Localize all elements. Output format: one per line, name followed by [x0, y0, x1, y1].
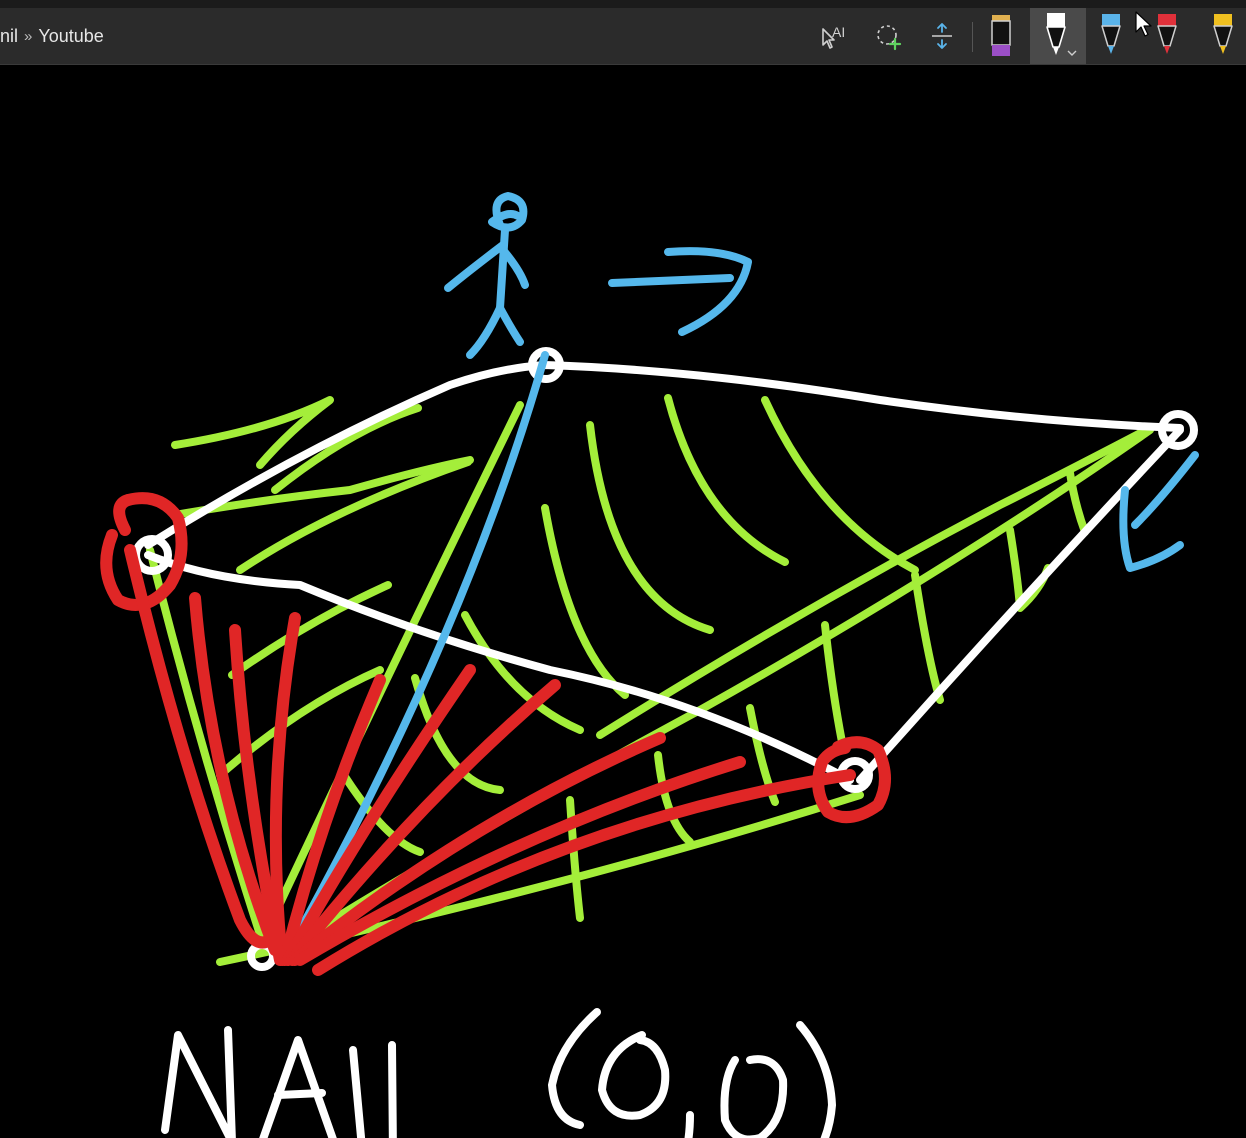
ink-toolbar: nil » Youtube AI	[0, 8, 1246, 65]
pen-white-icon	[1046, 13, 1077, 56]
ink-to-text-button[interactable]: AI	[812, 16, 852, 56]
pen-red-icon	[1157, 14, 1177, 54]
insert-space-icon	[932, 23, 952, 49]
pen-white-button[interactable]	[1036, 13, 1080, 56]
pen-blue-icon	[1101, 14, 1121, 54]
window-top-edge	[0, 0, 1246, 8]
breadcrumb-separator: »	[24, 27, 33, 45]
drawing-canvas[interactable]: NAIL (0,0)	[0, 65, 1246, 1138]
pen-yellow-icon	[1213, 14, 1233, 54]
mouse-cursor-icon	[1135, 11, 1152, 37]
breadcrumb-parent[interactable]: nil	[0, 26, 18, 47]
toolbar-divider	[972, 22, 973, 52]
highlighter-purple-button[interactable]	[984, 15, 1018, 56]
handwriting-nail-origin	[161, 1008, 836, 1138]
highlighter-icon	[991, 15, 1011, 56]
breadcrumb: nil » Youtube	[0, 8, 104, 64]
insert-space-button[interactable]	[922, 16, 962, 56]
lasso-select-button[interactable]	[868, 16, 908, 56]
ink-drawing	[100, 192, 1199, 1138]
pen-blue-button[interactable]	[1094, 14, 1128, 56]
ink-to-text-icon: AI	[822, 24, 845, 49]
lasso-select-icon	[877, 25, 902, 51]
chevron-down-icon	[1067, 50, 1077, 56]
breadcrumb-current[interactable]: Youtube	[38, 26, 103, 47]
pen-red-button[interactable]	[1150, 14, 1184, 56]
pen-yellow-button[interactable]	[1206, 14, 1240, 56]
green-ink-strokes	[146, 394, 1154, 966]
ink-to-text-label: AI	[832, 24, 845, 40]
